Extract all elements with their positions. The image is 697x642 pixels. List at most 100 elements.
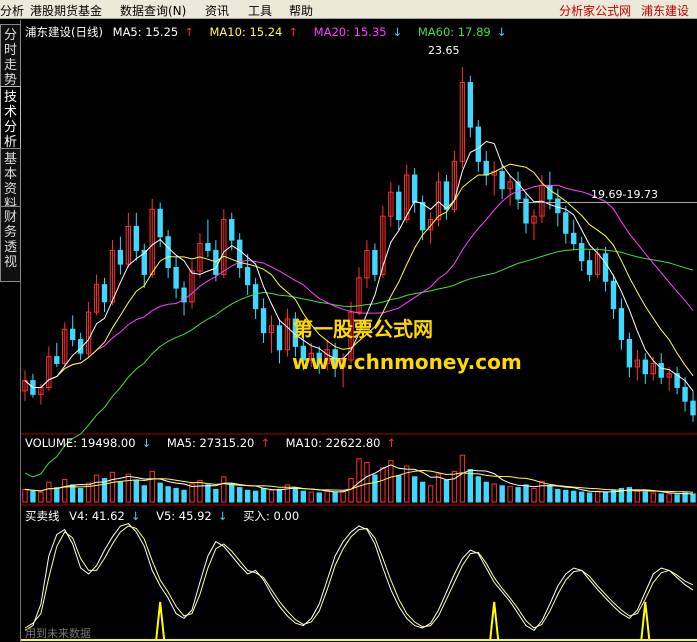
buy-signal-spike	[640, 601, 651, 641]
volume-bar	[292, 487, 299, 503]
buy-signal-spike	[489, 601, 500, 641]
volume-panel-header: VOLUME: 19498.00 ↓ MA5: 27315.20 ↑ MA10: 2…	[25, 436, 408, 450]
volume-bar	[324, 490, 330, 503]
vol-ma10-value: MA10: 22622.80	[285, 436, 381, 450]
v5-arrow: ↓	[217, 509, 228, 523]
vol-ma5-arrow: ↑	[260, 436, 271, 450]
volume-bar	[571, 490, 577, 503]
volume-bar	[539, 480, 545, 503]
volume-bar	[77, 488, 84, 503]
v5-line	[24, 525, 694, 629]
volume-bar	[54, 487, 60, 503]
volume-bar	[547, 485, 553, 503]
volume-bar	[650, 492, 656, 503]
volume-bar	[30, 490, 36, 503]
buy-label: 买入: 0.00	[243, 509, 300, 523]
volume-bar	[586, 492, 593, 503]
volume-bar	[300, 490, 307, 503]
future-data-note: 用到未来数据	[25, 627, 91, 640]
tab-financials[interactable]: 财务透视	[0, 206, 21, 282]
volume-bar	[435, 473, 442, 503]
volume-bar	[308, 491, 314, 503]
volume-bar	[427, 485, 434, 503]
watermark-url: www.chnmoney.com	[292, 350, 522, 374]
v5-value: V5: 45.92	[156, 509, 212, 523]
menu-analysis[interactable]: 分析	[0, 2, 24, 19]
candle-body	[658, 362, 664, 378]
candle-body	[571, 232, 577, 245]
candle-body	[578, 243, 585, 262]
volume-bar	[340, 490, 346, 503]
candle-body	[626, 338, 633, 368]
volume-bar	[260, 488, 267, 503]
volume-bar	[364, 461, 370, 503]
volume-bar	[563, 489, 569, 503]
volume-bar	[141, 485, 147, 503]
candle-body	[547, 184, 553, 200]
candle-body	[586, 260, 593, 275]
menu-bar: 分析 港股期货基金 数据查询(N) 资讯 工具 帮助 分析家公式网 浦东建设	[0, 0, 697, 19]
buy-signal-spike	[155, 601, 166, 641]
vol-ma5-label: MA5: 27315.20 ↑	[167, 436, 276, 450]
volume-bar	[22, 488, 28, 503]
volume-bar	[483, 481, 489, 503]
menu-news[interactable]: 资讯	[205, 2, 229, 19]
volume-bar	[674, 494, 680, 503]
volume-bar	[602, 491, 609, 503]
candle-body	[237, 239, 243, 269]
candle-body	[419, 201, 426, 231]
volume-bar	[515, 487, 521, 503]
volume-bar	[531, 488, 537, 503]
watermark-title: 第一股票公式网	[293, 317, 433, 341]
candle-body	[54, 356, 60, 364]
tab-financials-label: 财务透视	[3, 210, 17, 270]
volume-bar	[451, 470, 458, 503]
title-labels: 分析家公式网 浦东建设	[553, 2, 689, 19]
candle-body	[396, 191, 402, 221]
menu-data-query[interactable]: 数据查询(N)	[120, 2, 186, 19]
vol-ma10-arrow: ↑	[386, 436, 397, 450]
ma5-value: MA5: 15.25	[112, 25, 179, 39]
volume-bar	[38, 491, 44, 503]
volume-bar	[491, 483, 497, 503]
chart-area[interactable]: 浦东建设(日线) MA5: 15.25 ↑ MA10: 15.24 ↑ MA20: …	[21, 20, 697, 642]
candle-body	[618, 308, 625, 340]
volume-bar	[658, 493, 664, 503]
volume-bar	[125, 473, 132, 503]
ma20-value: MA20: 15.35	[313, 25, 387, 39]
volume-bar	[555, 488, 561, 503]
volume-bar	[499, 485, 505, 503]
volume-bar	[244, 489, 251, 503]
candle-body	[70, 328, 76, 340]
v4-label: V4: 41.62 ↓	[69, 509, 146, 523]
indicator-name: 买卖线	[25, 509, 60, 523]
ma5-arrow: ↑	[184, 25, 194, 39]
menu-help[interactable]: 帮助	[289, 2, 313, 19]
volume-bar	[578, 491, 585, 503]
volume-bar	[213, 488, 219, 503]
volume-bar	[523, 484, 529, 503]
volume-bar	[221, 476, 227, 503]
volume-bar	[93, 474, 100, 503]
candle-body	[555, 198, 561, 214]
ma5-label: MA5: 15.25 ↑	[113, 25, 200, 39]
candle-body	[133, 225, 140, 251]
volume-value: VOLUME: 19498.00	[25, 436, 136, 450]
volume-bar	[642, 491, 648, 503]
ma10-arrow: ↑	[288, 25, 299, 39]
candle-body	[117, 249, 124, 265]
volume-bar	[205, 484, 211, 503]
candle-body	[610, 280, 617, 310]
candle-body	[260, 308, 267, 334]
candle-body	[276, 325, 283, 351]
indicator-panel-header: 买卖线 V4: 41.62 ↓ V5: 45.92 ↓ 买入: 0.00	[25, 508, 305, 524]
candle-body	[411, 174, 418, 203]
volume-bar	[252, 490, 259, 503]
tab-intraday-label: 分时走势	[3, 28, 17, 88]
high-price-label: 23.65	[428, 44, 460, 57]
candle-body	[563, 212, 569, 234]
menu-hk-futures-funds[interactable]: 港股期货基金	[30, 2, 102, 19]
menu-tools[interactable]: 工具	[248, 2, 272, 19]
volume-bar	[356, 458, 362, 503]
tab-fundamentals-label: 基本资料	[3, 152, 17, 212]
